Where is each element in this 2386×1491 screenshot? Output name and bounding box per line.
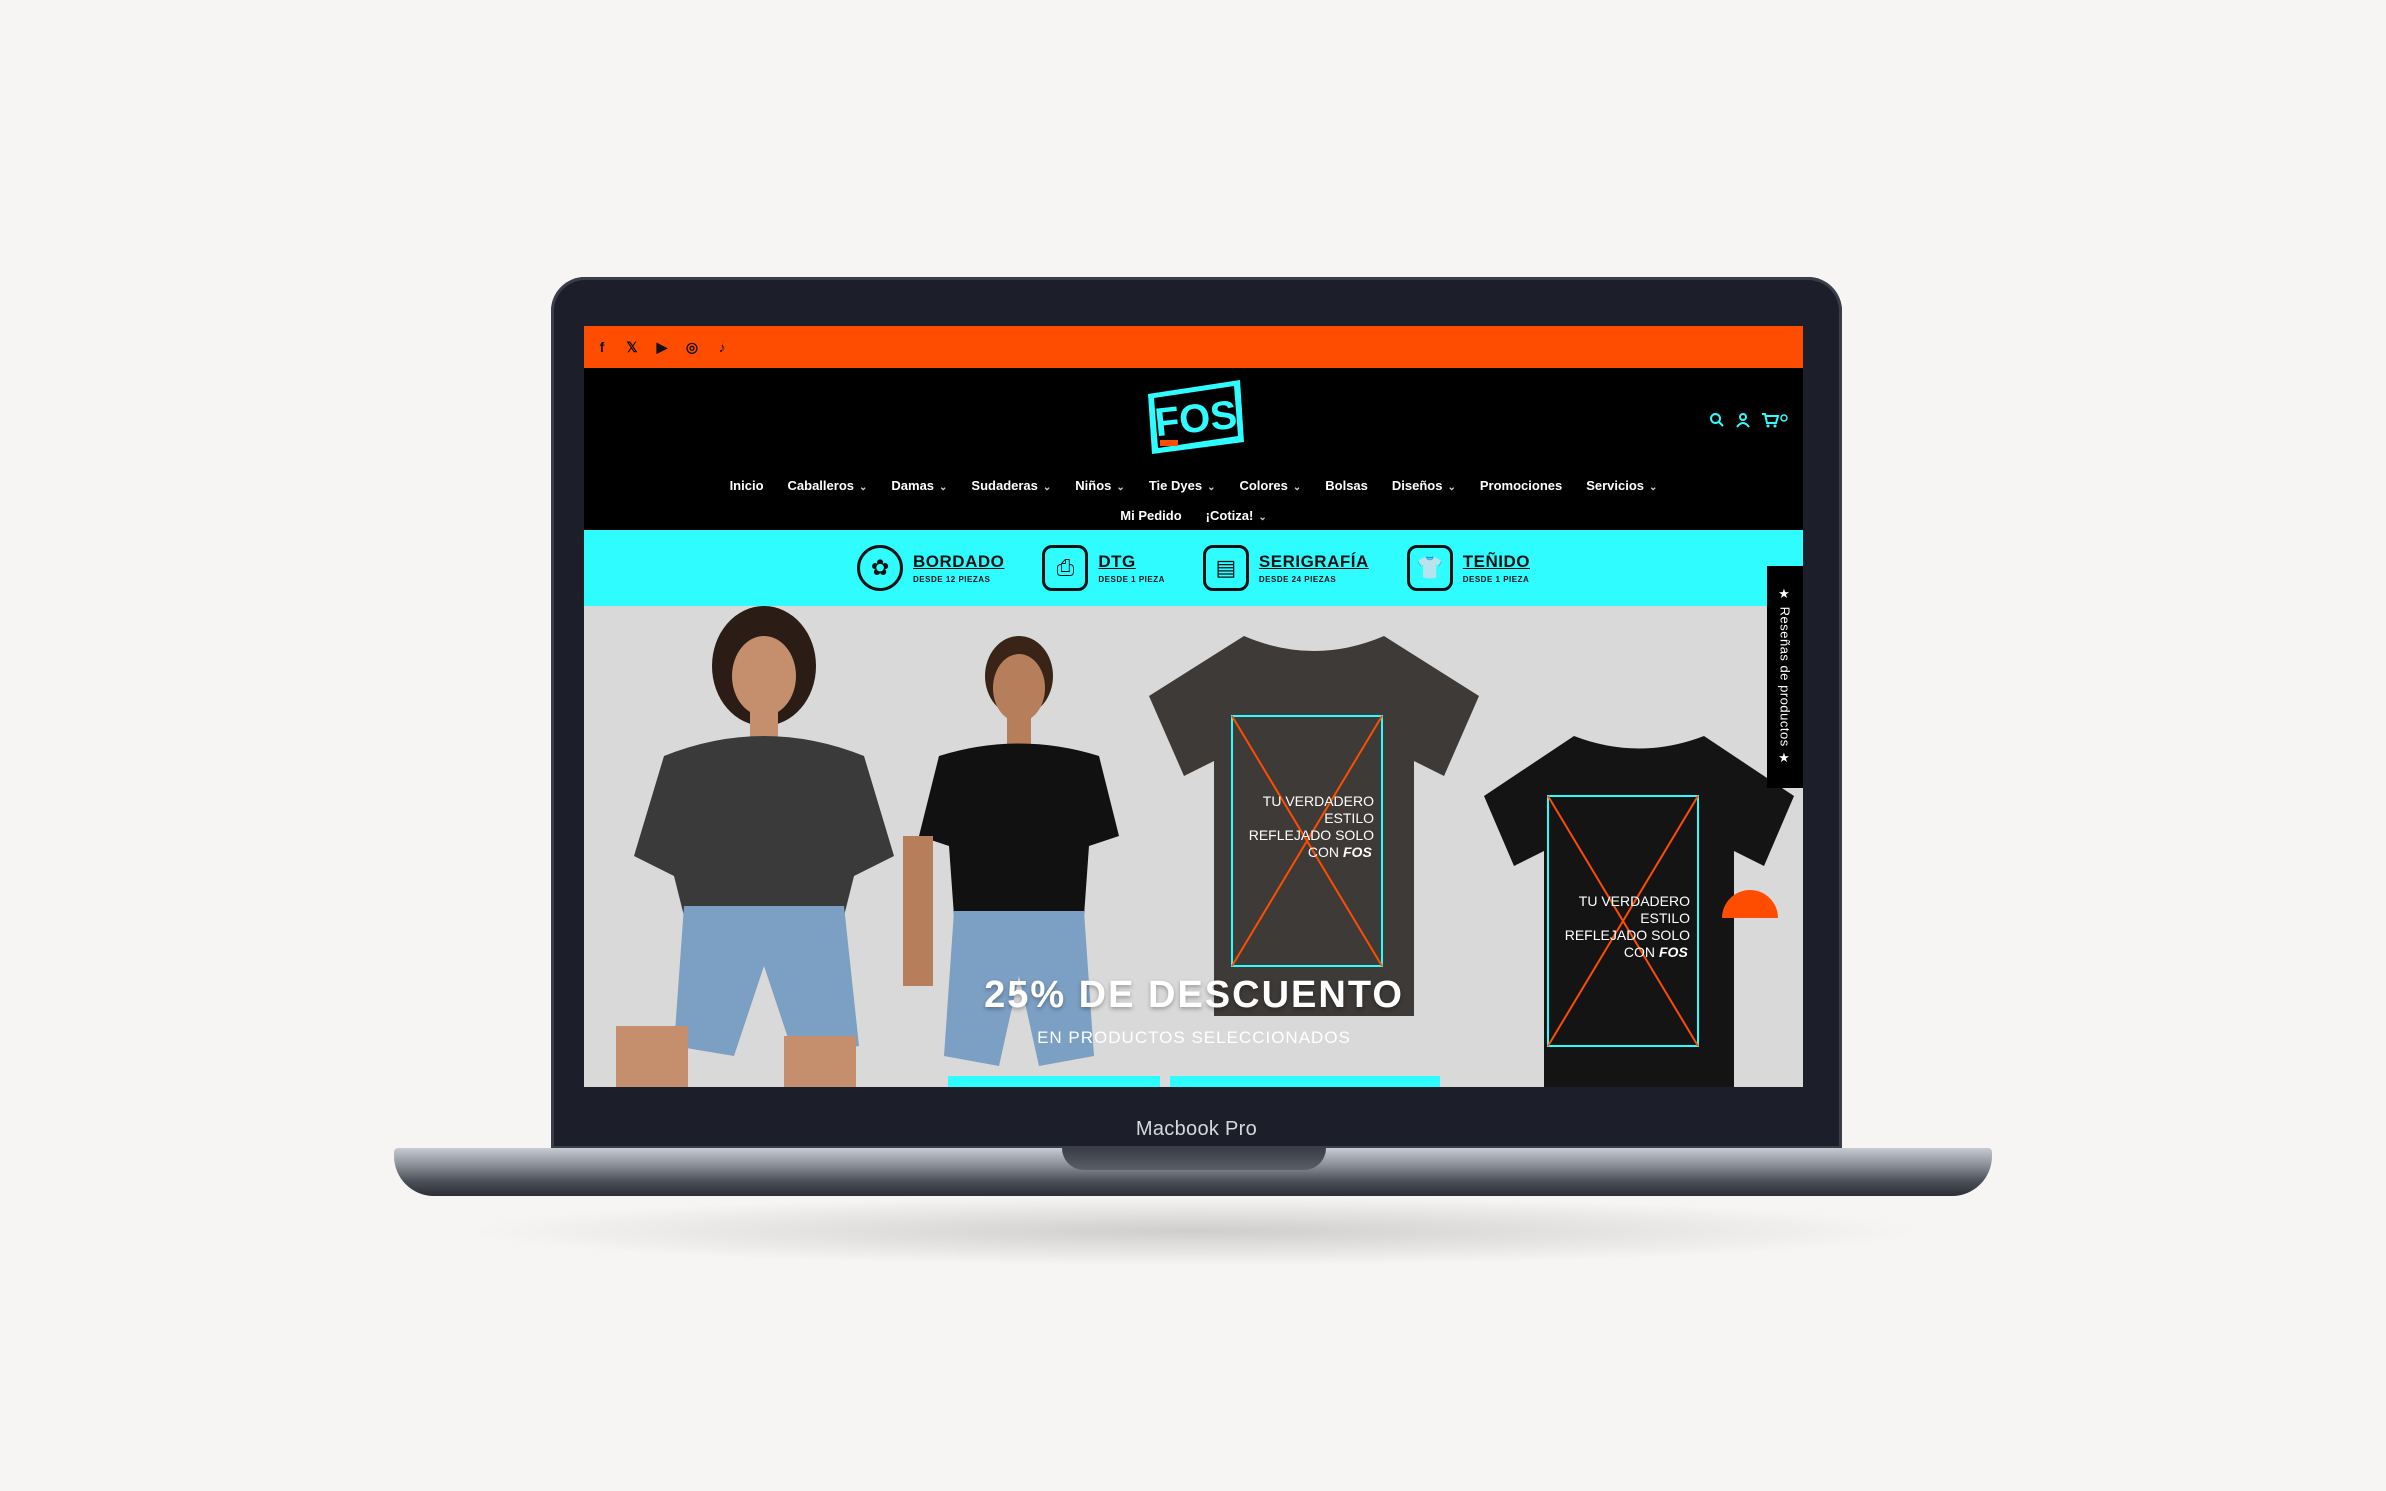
services-strip: ✿ BORDADO DESDE 12 PIEZAS ⎙ DTG DESDE 1 PI… xyxy=(584,530,1803,606)
fos-logo[interactable]: FOS xyxy=(1140,376,1248,456)
service-bordado[interactable]: ✿ BORDADO DESDE 12 PIEZAS xyxy=(857,545,1004,591)
chevron-down-icon: ⌄ xyxy=(939,482,948,493)
nav-item-damas[interactable]: Damas ⌄ xyxy=(891,472,947,502)
laptop-notch xyxy=(1062,1148,1326,1170)
dtg-printer-icon: ⎙ xyxy=(1042,545,1089,591)
print-text-line: ESTILO xyxy=(1640,910,1690,926)
print-text-line: ESTILO xyxy=(1324,810,1374,826)
chevron-down-icon: ⌄ xyxy=(1207,482,1216,493)
print-text-line: CON xyxy=(1308,844,1339,860)
reviews-tab-label: ★ Reseñas de productos ★ xyxy=(1777,587,1793,767)
print-text-line: REFLEJADO SOLO xyxy=(1565,927,1690,943)
nav-item-inicio[interactable]: Inicio xyxy=(730,472,764,502)
service-title: BORDADO xyxy=(913,552,1005,571)
hero-cta-button-1[interactable] xyxy=(948,1076,1160,1087)
service-title: TEÑIDO xyxy=(1462,552,1530,571)
nav-item-bolsas[interactable]: Bolsas xyxy=(1325,472,1368,502)
x-icon[interactable]: 𝕏 xyxy=(624,339,640,356)
print-text-line: TU VERDADERO xyxy=(1263,793,1374,809)
service-subtitle: DESDE 1 PIEZA xyxy=(1098,575,1165,584)
chevron-down-icon: ⌄ xyxy=(1292,482,1302,493)
nav-item-promociones[interactable]: Promociones xyxy=(1480,472,1562,502)
nav-item-servicios[interactable]: Servicios ⌄ xyxy=(1586,472,1657,502)
nav-item-cotiza[interactable]: ¡Cotiza! ⌄ xyxy=(1206,502,1267,532)
service-serigrafia[interactable]: ▤ SERIGRAFÍA DESDE 24 PIEZAS xyxy=(1202,545,1369,591)
tiktok-icon[interactable]: ♪ xyxy=(714,339,730,355)
print-text-line: TU VERDADERO xyxy=(1579,893,1690,909)
device-model-label: Macbook Pro xyxy=(1135,1118,1258,1140)
service-tenido[interactable]: 👕 TEÑIDO DESDE 1 PIEZA xyxy=(1406,545,1530,591)
main-nav: Inicio Caballeros ⌄ Damas ⌄ Sudaderas ⌄ Niñ… xyxy=(584,472,1803,532)
search-icon[interactable] xyxy=(1709,412,1725,433)
hero-banner[interactable]: TU VERDADERO ESTILO REFLEJADO SOLO CON F… xyxy=(584,606,1803,1087)
hero-title: 25% DE DESCUENTO xyxy=(984,974,1404,1016)
header-actions xyxy=(1709,412,1789,433)
nav-item-ninos[interactable]: Niños ⌄ xyxy=(1075,472,1125,502)
print-text-line: REFLEJADO SOLO xyxy=(1249,827,1374,843)
service-subtitle: DESDE 24 PIEZAS xyxy=(1258,575,1337,584)
embroidery-icon: ✿ xyxy=(857,545,904,591)
hero-cta-button-2[interactable] xyxy=(1170,1076,1440,1087)
instagram-icon[interactable]: ◎ xyxy=(684,339,700,356)
service-subtitle: DESDE 12 PIEZAS xyxy=(913,575,991,584)
chevron-down-icon: ⌄ xyxy=(859,482,868,493)
screen-print-icon: ▤ xyxy=(1202,545,1249,591)
nav-item-tie-dyes[interactable]: Tie Dyes ⌄ xyxy=(1149,472,1216,502)
nav-item-caballeros[interactable]: Caballeros ⌄ xyxy=(788,472,868,502)
model-photo-2 xyxy=(903,636,1119,1066)
account-icon[interactable] xyxy=(1735,412,1751,433)
print-brand: FOS xyxy=(1659,944,1688,960)
facebook-icon[interactable]: f xyxy=(594,339,610,355)
nav-item-colores[interactable]: Colores ⌄ xyxy=(1239,472,1301,502)
chevron-down-icon: ⌄ xyxy=(1649,482,1658,493)
cart-icon[interactable] xyxy=(1761,412,1789,433)
service-dtg[interactable]: ⎙ DTG DESDE 1 PIEZA xyxy=(1042,545,1165,591)
tie-dye-icon: 👕 xyxy=(1406,545,1453,591)
social-bar: f 𝕏 ▶ ◎ ♪ xyxy=(584,326,1803,368)
youtube-icon[interactable]: ▶ xyxy=(654,339,670,356)
nav-item-sudaderas[interactable]: Sudaderas ⌄ xyxy=(971,472,1051,502)
model-photo-1 xyxy=(616,606,894,1087)
browser-viewport: f 𝕏 ▶ ◎ ♪ FOS Inicio Caballeros ⌄ Damas ⌄ … xyxy=(584,326,1803,1087)
tee-mockup-gray: TU VERDADERO ESTILO REFLEJADO SOLO CON F… xyxy=(1149,636,1479,1016)
print-brand: FOS xyxy=(1343,844,1372,860)
chevron-down-icon: ⌄ xyxy=(1042,482,1052,493)
chevron-down-icon: ⌄ xyxy=(1258,512,1267,523)
service-title: DTG xyxy=(1098,552,1136,571)
print-text-line: CON xyxy=(1624,944,1655,960)
service-title: SERIGRAFÍA xyxy=(1258,552,1369,571)
laptop-shadow xyxy=(460,1196,1926,1266)
nav-item-mi-pedido[interactable]: Mi Pedido xyxy=(1120,502,1181,532)
nav-item-disenos[interactable]: Diseños ⌄ xyxy=(1392,472,1456,502)
service-subtitle: DESDE 1 PIEZA xyxy=(1462,575,1530,584)
chevron-down-icon: ⌄ xyxy=(1447,482,1456,493)
reviews-tab[interactable]: ★ Reseñas de productos ★ xyxy=(1767,566,1803,788)
hero-subtitle: EN PRODUCTOS SELECCIONADOS xyxy=(1037,1028,1351,1047)
logo-text: FOS xyxy=(1153,393,1239,445)
chevron-down-icon: ⌄ xyxy=(1116,482,1125,493)
